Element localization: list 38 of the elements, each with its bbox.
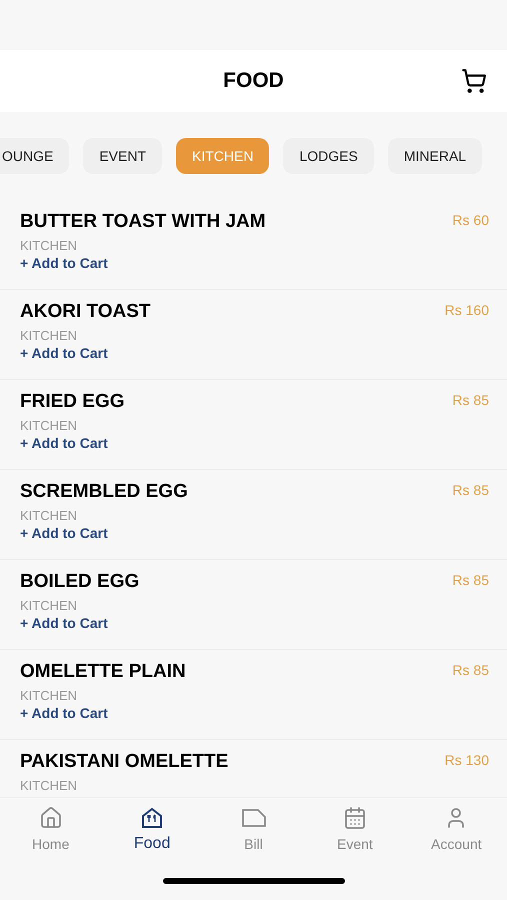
add-to-cart-link[interactable]: + Add to Cart bbox=[20, 255, 108, 272]
add-to-cart-link[interactable]: + Add to Cart bbox=[20, 345, 108, 362]
item-price: Rs 130 bbox=[444, 752, 489, 770]
item-category: KITCHEN bbox=[20, 328, 78, 344]
category-tab[interactable]: OUNGE bbox=[0, 138, 70, 174]
cart-icon[interactable] bbox=[461, 68, 487, 94]
item-price: Rs 60 bbox=[452, 212, 489, 230]
page-title: FOOD bbox=[223, 68, 284, 94]
item-name: BOILED EGG bbox=[20, 570, 140, 594]
item-name: PAKISTANI OMELETTE bbox=[20, 750, 228, 774]
home-icon bbox=[38, 806, 63, 830]
item-category: KITCHEN bbox=[20, 688, 78, 704]
item-price: Rs 85 bbox=[452, 662, 489, 680]
item-name: BUTTER TOAST WITH JAM bbox=[20, 210, 266, 234]
item-category: KITCHEN bbox=[20, 418, 78, 434]
category-tab[interactable]: LODGES bbox=[283, 138, 374, 174]
item-name: OMELETTE PLAIN bbox=[20, 660, 186, 684]
item-name: AKORI TOAST bbox=[20, 300, 151, 324]
item-category: KITCHEN bbox=[20, 778, 78, 794]
item-price: Rs 85 bbox=[452, 482, 489, 500]
add-to-cart-link[interactable]: + Add to Cart bbox=[20, 435, 108, 452]
item-price: Rs 160 bbox=[444, 302, 489, 320]
item-category: KITCHEN bbox=[20, 508, 78, 524]
tag-icon bbox=[240, 806, 268, 830]
item-name: FRIED EGG bbox=[20, 390, 125, 414]
item-price: Rs 85 bbox=[452, 392, 489, 410]
category-tab[interactable]: MINERAL bbox=[388, 138, 482, 174]
category-tab[interactable]: EVENT bbox=[83, 138, 162, 174]
house-fork-knife-icon bbox=[140, 806, 164, 830]
add-to-cart-link[interactable]: + Add to Cart bbox=[20, 705, 108, 722]
nav-tab[interactable]: Food bbox=[101, 806, 203, 862]
add-to-cart-link[interactable]: + Add to Cart bbox=[20, 615, 108, 632]
add-to-cart-link[interactable]: + Add to Cart bbox=[20, 525, 108, 542]
calendar-icon bbox=[342, 806, 367, 830]
item-price: Rs 85 bbox=[452, 572, 489, 590]
item-category: KITCHEN bbox=[20, 238, 78, 254]
item-category: KITCHEN bbox=[20, 598, 78, 614]
item-name: SCREMBLED EGG bbox=[20, 480, 188, 504]
